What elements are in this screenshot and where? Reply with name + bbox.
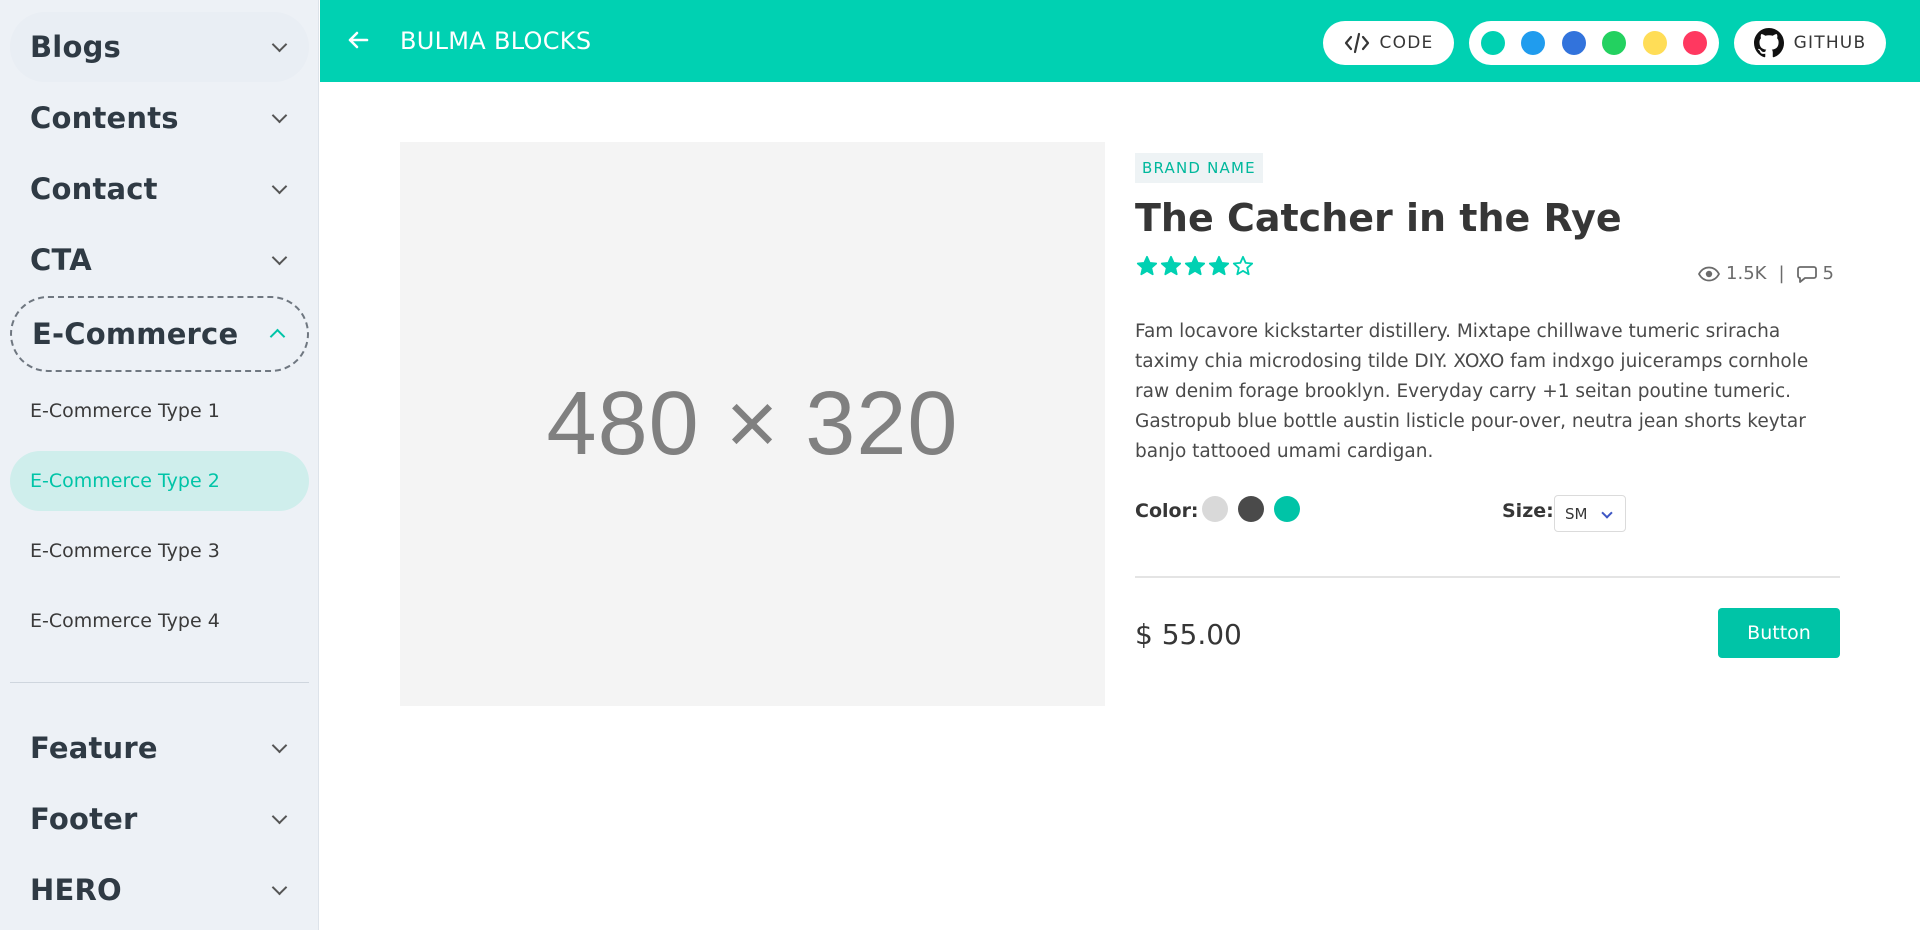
- sidebar-category-hero[interactable]: HERO: [10, 855, 309, 925]
- sidebar-category-label: HERO: [30, 873, 122, 907]
- arrow-left-icon[interactable]: [346, 27, 370, 53]
- sidebar-category-label: Contact: [30, 172, 158, 206]
- star-empty-icon: [1232, 255, 1254, 276]
- product-title: The Catcher in the Rye: [1135, 196, 1622, 240]
- chevron-down-icon: [1601, 507, 1613, 519]
- size-select-value: SM: [1565, 504, 1588, 523]
- product-image: 480 × 320: [400, 142, 1105, 706]
- chevron-up-icon: [269, 328, 286, 345]
- buy-button[interactable]: Button: [1718, 608, 1840, 658]
- sidebar-item-ecommerce-type-4[interactable]: E-Commerce Type 4: [10, 591, 309, 651]
- product-description: Fam locavore kickstarter distillery. Mix…: [1135, 321, 1809, 462]
- sidebar-item-ecommerce-type-1[interactable]: E-Commerce Type 1: [10, 381, 309, 441]
- chevron-down-icon: [271, 249, 288, 266]
- app-title: BULMA BLOCKS: [400, 27, 592, 55]
- theme-color-swatch[interactable]: [1642, 31, 1667, 55]
- sidebar-item-label: E-Commerce Type 2: [30, 470, 220, 492]
- sidebar-category-ecommerce[interactable]: E-Commerce: [10, 296, 309, 372]
- sidebar-divider: [10, 682, 309, 683]
- sidebar-category-label: Footer: [30, 802, 138, 836]
- theme-color-swatch[interactable]: [1602, 31, 1627, 55]
- star-filled-icon: [1208, 255, 1230, 276]
- comments-count: 5: [1822, 263, 1834, 284]
- theme-color-swatch[interactable]: [1521, 31, 1546, 55]
- chevron-down-icon: [271, 879, 288, 896]
- sidebar-category-label: CTA: [30, 243, 92, 277]
- chevron-down-icon: [271, 737, 288, 754]
- color-option[interactable]: [1274, 496, 1300, 522]
- sidebar-category-label: Feature: [30, 731, 158, 765]
- comment-icon: [1796, 265, 1817, 283]
- top-bar: BULMA BLOCKS CODE GITHUB: [320, 0, 1920, 82]
- sidebar-category-feature[interactable]: Feature: [10, 713, 309, 783]
- size-label: Size:: [1502, 500, 1554, 522]
- sidebar-item-label: E-Commerce Type 3: [30, 540, 220, 562]
- code-icon: [1344, 32, 1369, 54]
- views-count: 1.5K: [1726, 263, 1767, 284]
- color-label: Color:: [1135, 500, 1199, 522]
- color-option[interactable]: [1238, 496, 1264, 522]
- star-filled-icon: [1184, 255, 1206, 276]
- size-select[interactable]: SM: [1554, 495, 1626, 532]
- image-placeholder-text: 480 × 320: [546, 373, 959, 474]
- sidebar-category-contact[interactable]: Contact: [10, 154, 309, 224]
- rating-stars: [1136, 255, 1254, 277]
- star-filled-icon: [1136, 255, 1158, 276]
- sidebar-category-blogs[interactable]: Blogs: [10, 12, 309, 82]
- product-stats: 1.5K | 5: [1698, 263, 1834, 284]
- chevron-down-icon: [271, 178, 288, 195]
- theme-color-swatch[interactable]: [1682, 31, 1707, 55]
- github-icon: [1753, 28, 1784, 58]
- theme-color-swatch[interactable]: [1481, 31, 1505, 55]
- chevron-down-icon: [271, 107, 288, 124]
- sidebar-category-label: Contents: [30, 101, 179, 135]
- code-button-label: CODE: [1379, 33, 1434, 53]
- github-button[interactable]: GITHUB: [1734, 21, 1886, 65]
- theme-color-swatch[interactable]: [1561, 31, 1586, 55]
- star-filled-icon: [1160, 255, 1182, 276]
- divider: [1135, 576, 1840, 578]
- chevron-down-icon: [271, 808, 288, 825]
- chevron-down-icon: [271, 36, 288, 53]
- color-options: [1202, 496, 1300, 522]
- sidebar-category-label: E-Commerce: [32, 317, 239, 351]
- color-option[interactable]: [1202, 496, 1228, 522]
- stats-separator: |: [1778, 263, 1785, 284]
- sidebar-item-ecommerce-type-2[interactable]: E-Commerce Type 2: [10, 451, 309, 511]
- sidebar-item-label: E-Commerce Type 4: [30, 610, 220, 632]
- sidebar-category-contents[interactable]: Contents: [10, 83, 309, 153]
- product-price: $ 55.00: [1135, 618, 1242, 651]
- eye-icon: [1698, 266, 1721, 281]
- sidebar-category-label: Blogs: [30, 30, 121, 64]
- sidebar-category-cta[interactable]: CTA: [10, 225, 309, 295]
- sidebar-item-label: E-Commerce Type 1: [30, 400, 220, 422]
- github-button-label: GITHUB: [1793, 33, 1867, 53]
- theme-color-picker: [1469, 21, 1719, 65]
- sidebar-category-footer[interactable]: Footer: [10, 784, 309, 854]
- brand-tag: BRAND NAME: [1135, 153, 1263, 183]
- sidebar-item-ecommerce-type-3[interactable]: E-Commerce Type 3: [10, 521, 309, 581]
- sidebar: Blogs Contents Contact CTA E-Commerce E-…: [0, 0, 319, 930]
- code-button[interactable]: CODE: [1323, 21, 1454, 65]
- buy-button-label: Button: [1747, 622, 1811, 644]
